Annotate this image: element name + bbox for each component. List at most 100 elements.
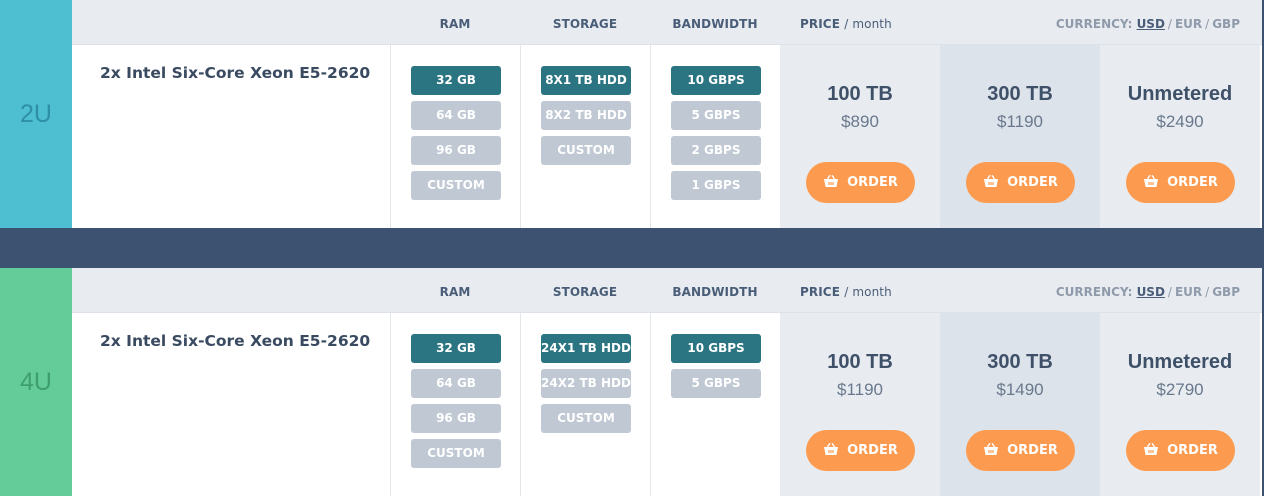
- order-button[interactable]: ORDER: [806, 430, 915, 471]
- basket-icon: [984, 442, 999, 455]
- ram-option[interactable]: 64 GB: [411, 369, 501, 398]
- currency-usd-link[interactable]: USD: [1137, 17, 1165, 31]
- bandwidth-header: BANDWIDTH: [672, 285, 758, 299]
- storage-options: 8x1 TB HDD 8x2 TB HDD CUSTOM: [541, 66, 631, 171]
- currency-separator: /: [1167, 17, 1172, 31]
- plan-body: 2x Intel Six-Core Xeon E5-2620 32 GB 64 G…: [72, 45, 1262, 228]
- currency-eur-link[interactable]: EUR: [1175, 285, 1202, 299]
- bandwidth-option[interactable]: 5 GBPS: [671, 369, 761, 398]
- traffic-label: 100 TB: [827, 83, 893, 105]
- price-amount: $1190: [836, 380, 883, 399]
- traffic-label: 300 TB: [987, 83, 1053, 105]
- cpu-description: 2x Intel Six-Core Xeon E5-2620: [100, 64, 371, 82]
- ram-option[interactable]: 96 GB: [411, 404, 501, 433]
- bandwidth-option[interactable]: 10 GBPS: [671, 334, 761, 363]
- bandwidth-options: 10 GBPS 5 GBPS 2 GBPS 1 GBPS: [671, 66, 761, 206]
- currency-usd-link[interactable]: USD: [1137, 285, 1165, 299]
- traffic-label: Unmetered: [1127, 83, 1233, 105]
- bandwidth-options: 10 GBPS 5 GBPS: [671, 334, 761, 404]
- order-button-label: ORDER: [1167, 175, 1218, 190]
- column-divider: [650, 313, 651, 496]
- ram-option[interactable]: CUSTOM: [411, 439, 501, 468]
- ram-option[interactable]: 32 GB: [411, 334, 501, 363]
- price-header-unit: / month: [844, 17, 892, 31]
- ram-option[interactable]: CUSTOM: [411, 171, 501, 200]
- order-button[interactable]: ORDER: [966, 430, 1075, 471]
- bandwidth-option[interactable]: 2 GBPS: [671, 136, 761, 165]
- ram-options: 32 GB 64 GB 96 GB CUSTOM: [411, 66, 501, 206]
- currency-separator: /: [1205, 17, 1210, 31]
- traffic-label: 300 TB: [987, 351, 1053, 373]
- order-button-label: ORDER: [1167, 443, 1218, 458]
- basket-icon: [1144, 174, 1159, 187]
- cpu-description: 2x Intel Six-Core Xeon E5-2620: [100, 332, 371, 350]
- plan-header: RAM STORAGE BANDWIDTH PRICE / month CURR…: [72, 0, 1262, 45]
- storage-option[interactable]: 24x1 TB HDD: [541, 334, 631, 363]
- order-button-label: ORDER: [1007, 443, 1058, 458]
- storage-option[interactable]: CUSTOM: [541, 404, 631, 433]
- bandwidth-option[interactable]: 1 GBPS: [671, 171, 761, 200]
- order-button-label: ORDER: [847, 175, 898, 190]
- storage-option[interactable]: 8x2 TB HDD: [541, 101, 631, 130]
- order-button[interactable]: ORDER: [1126, 430, 1235, 471]
- basket-icon: [824, 442, 839, 455]
- basket-icon: [984, 174, 999, 187]
- price-header-label: PRICE: [800, 285, 841, 299]
- traffic-label: Unmetered: [1127, 351, 1233, 373]
- order-button-label: ORDER: [847, 443, 898, 458]
- ram-option[interactable]: 64 GB: [411, 101, 501, 130]
- column-divider: [390, 313, 391, 496]
- currency-separator: /: [1205, 285, 1210, 299]
- plan-header: RAM STORAGE BANDWIDTH PRICE / month CURR…: [72, 268, 1262, 313]
- price-amount: $2790: [1156, 380, 1204, 399]
- storage-option[interactable]: CUSTOM: [541, 136, 631, 165]
- price-amount: $1190: [996, 112, 1043, 131]
- order-button[interactable]: ORDER: [1126, 162, 1235, 203]
- basket-icon: [824, 174, 839, 187]
- column-divider: [650, 45, 651, 228]
- ram-options: 32 GB 64 GB 96 GB CUSTOM: [411, 334, 501, 474]
- price-option: 100 TB $890 ORDER: [780, 45, 940, 228]
- currency-gbp-link[interactable]: GBP: [1212, 17, 1240, 31]
- ram-option[interactable]: 96 GB: [411, 136, 501, 165]
- currency-switcher: CURRENCY: USD / EUR / GBP: [1056, 0, 1240, 45]
- bandwidth-option[interactable]: 10 GBPS: [671, 66, 761, 95]
- plan-size-label: 4U: [0, 268, 72, 496]
- bandwidth-header: BANDWIDTH: [672, 17, 758, 31]
- order-button-label: ORDER: [1007, 175, 1058, 190]
- price-amount: $2490: [1156, 112, 1204, 131]
- server-plan-4u: 4U RAM STORAGE BANDWIDTH PRICE / month C…: [0, 268, 1264, 496]
- plan-size-label: 2U: [0, 0, 72, 228]
- column-divider: [520, 45, 521, 228]
- storage-header: STORAGE: [552, 17, 618, 31]
- order-button[interactable]: ORDER: [966, 162, 1075, 203]
- storage-options: 24x1 TB HDD 24x2 TB HDD CUSTOM: [541, 334, 631, 439]
- currency-switcher: CURRENCY: USD / EUR / GBP: [1056, 268, 1240, 313]
- order-button[interactable]: ORDER: [806, 162, 915, 203]
- plan-panel: RAM STORAGE BANDWIDTH PRICE / month CURR…: [72, 0, 1262, 228]
- price-option: 300 TB $1490 ORDER: [940, 313, 1100, 496]
- ram-option[interactable]: 32 GB: [411, 66, 501, 95]
- storage-option[interactable]: 24x2 TB HDD: [541, 369, 631, 398]
- price-option: 100 TB $1190 ORDER: [780, 313, 940, 496]
- currency-label: CURRENCY:: [1055, 17, 1133, 31]
- currency-gbp-link[interactable]: GBP: [1212, 285, 1240, 299]
- plan-panel: RAM STORAGE BANDWIDTH PRICE / month CURR…: [72, 268, 1262, 496]
- price-header: PRICE / month: [800, 268, 920, 313]
- storage-header: STORAGE: [552, 285, 618, 299]
- storage-option[interactable]: 8x1 TB HDD: [541, 66, 631, 95]
- column-divider: [520, 313, 521, 496]
- ram-header: RAM: [439, 17, 471, 31]
- currency-eur-link[interactable]: EUR: [1175, 17, 1202, 31]
- basket-icon: [1144, 442, 1159, 455]
- server-plan-2u: 2U RAM STORAGE BANDWIDTH PRICE / month C…: [0, 0, 1264, 228]
- price-header-unit: / month: [844, 285, 892, 299]
- price-header: PRICE / month: [800, 0, 920, 45]
- traffic-label: 100 TB: [827, 351, 893, 373]
- price-option: Unmetered $2490 ORDER: [1100, 45, 1260, 228]
- price-amount: $1490: [996, 380, 1044, 399]
- currency-label: CURRENCY:: [1055, 285, 1133, 299]
- bandwidth-option[interactable]: 5 GBPS: [671, 101, 761, 130]
- price-header-label: PRICE: [800, 17, 841, 31]
- plan-body: 2x Intel Six-Core Xeon E5-2620 32 GB 64 G…: [72, 313, 1262, 496]
